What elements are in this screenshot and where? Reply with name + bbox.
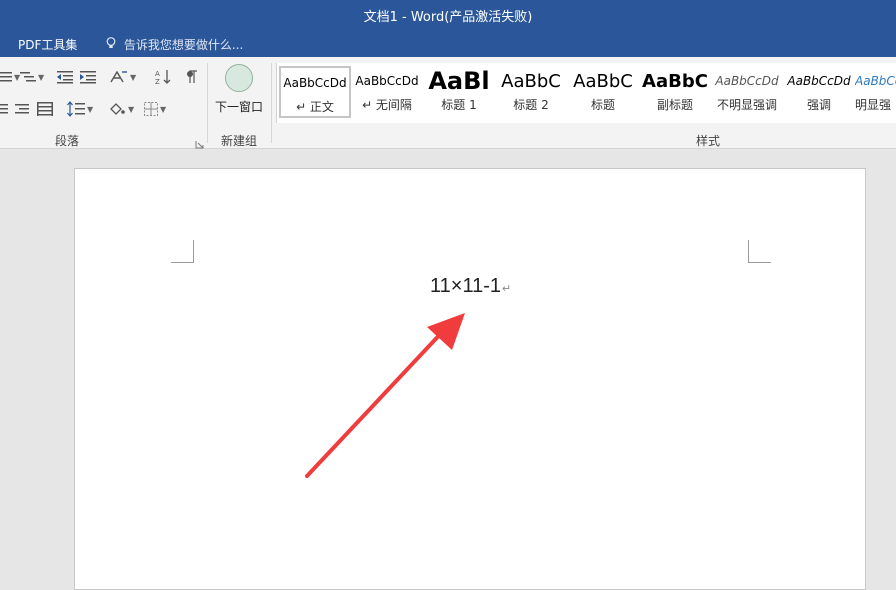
svg-text:Z: Z (155, 78, 160, 85)
pdf-tools-tab[interactable]: PDF工具集 (18, 36, 77, 53)
margin-corner-top-right (748, 240, 771, 263)
lightbulb-icon (106, 37, 116, 52)
style-name: 标题 2 (513, 98, 549, 112)
chinese-layout-button[interactable]: ▼ (110, 67, 136, 87)
svg-text:A: A (155, 70, 160, 78)
document-page[interactable]: 11×11-1↵ (74, 168, 866, 590)
borders-button[interactable]: ▼ (144, 99, 166, 119)
align-justify-icon (0, 104, 8, 114)
title-bar: 文档1 - Word(产品激活失败) (0, 0, 896, 30)
bullets-button[interactable]: ▼ (0, 67, 20, 87)
document-text[interactable]: 11×11-1↵ (430, 275, 511, 298)
style-intense-emphasis[interactable]: AaBbCcDd 明显强 (855, 66, 896, 118)
document-content: 11×11-1 (430, 275, 501, 297)
style-heading-2[interactable]: AaBbC 标题 2 (495, 66, 567, 118)
style-name: 标题 (590, 98, 615, 112)
paint-bucket-icon (110, 103, 125, 115)
new-window-icon (225, 64, 253, 92)
style-name: 明显强 (855, 98, 892, 112)
style-preview: AaBbCcDd (355, 74, 419, 88)
margin-corner-top-left (171, 240, 194, 263)
style-name: ↵ 无间隔 (362, 98, 412, 112)
style-preview: AaBbCcDd (855, 74, 896, 88)
style-preview: AaBbCcDd (787, 74, 851, 88)
style-preview: AaBbC (642, 70, 708, 92)
borders-icon (144, 102, 158, 116)
multilevel-list-button[interactable]: ▼ (20, 67, 44, 87)
group-separator (207, 63, 208, 143)
show-formatting-button[interactable] (186, 67, 198, 87)
chevron-down-icon: ▼ (130, 72, 137, 82)
increase-indent-button[interactable] (80, 67, 96, 87)
chevron-down-icon: ▼ (128, 104, 135, 114)
sort-button[interactable]: AZ (155, 67, 171, 87)
align-right-icon (15, 104, 29, 114)
style-preview: AaBl (428, 67, 490, 95)
style-subtle-emphasis[interactable]: AaBbCcDd 不明显强调 (711, 66, 783, 118)
styles-group-label: 样式 (696, 134, 721, 148)
style-preview: AaBbCcDd (715, 74, 779, 88)
style-preview: AaBbC (501, 70, 561, 92)
new-window-button[interactable]: 下一窗口 (212, 62, 266, 122)
window-title: 文档1 - Word(产品激活失败) (363, 9, 533, 25)
tell-me-box[interactable]: 告诉我您想要做什么... (106, 36, 243, 53)
paragraph-mark: ↵ (502, 283, 512, 295)
multilevel-list-icon (20, 72, 36, 82)
sort-icon: AZ (155, 70, 171, 85)
ribbon: ▼ ▼ ▼ AZ ▼ ▼ ▼ 段落 下一窗口 新建组 AaBbCcDd ↵ 正文… (0, 57, 896, 149)
line-spacing-button[interactable]: ▼ (67, 99, 93, 119)
group-separator (271, 63, 272, 143)
style-title[interactable]: AaBbC 标题 (567, 66, 639, 118)
bullets-icon (0, 72, 12, 82)
align-right-button[interactable] (15, 99, 29, 119)
style-name: ↵ 正文 (296, 100, 334, 114)
align-distributed-icon (37, 102, 53, 116)
paragraph-dialog-launcher-icon[interactable] (195, 134, 204, 149)
style-heading-1[interactable]: AaBl 标题 1 (423, 66, 495, 118)
style-name: 不明显强调 (716, 98, 777, 112)
chinese-layout-icon (110, 70, 127, 83)
styles-gallery: AaBbCcDd ↵ 正文 AaBbCcDd ↵ 无间隔 AaBl 标题 1 A… (276, 63, 896, 123)
paragraph-group-label: 段落 (55, 134, 80, 148)
new-group-label: 新建组 (221, 134, 258, 148)
style-preview: AaBbCcDd (283, 76, 347, 90)
chevron-down-icon: ▼ (38, 72, 45, 82)
menu-bar: PDF工具集 告诉我您想要做什么... (0, 30, 896, 57)
document-area: 11×11-1↵ (0, 149, 896, 590)
pilcrow-icon (187, 70, 197, 83)
style-name: 强调 (806, 98, 831, 112)
decrease-indent-button[interactable] (57, 67, 73, 87)
increase-indent-icon (80, 71, 96, 84)
style-no-spacing[interactable]: AaBbCcDd ↵ 无间隔 (351, 66, 423, 118)
style-normal[interactable]: AaBbCcDd ↵ 正文 (279, 66, 351, 118)
decrease-indent-icon (57, 71, 73, 84)
shading-button[interactable]: ▼ (108, 99, 134, 119)
chevron-down-icon: ▼ (160, 104, 167, 114)
style-preview: AaBbC (573, 70, 633, 92)
distributed-button[interactable] (37, 99, 53, 119)
style-name: 副标题 (656, 98, 693, 112)
style-subtitle[interactable]: AaBbC 副标题 (639, 66, 711, 118)
style-name: 标题 1 (441, 98, 477, 112)
chevron-down-icon: ▼ (87, 104, 94, 114)
line-spacing-icon (67, 101, 85, 117)
justify-button[interactable] (0, 99, 8, 119)
style-emphasis[interactable]: AaBbCcDd 强调 (783, 66, 855, 118)
tell-me-placeholder: 告诉我您想要做什么... (123, 38, 244, 52)
new-window-label: 下一窗口 (214, 100, 263, 114)
